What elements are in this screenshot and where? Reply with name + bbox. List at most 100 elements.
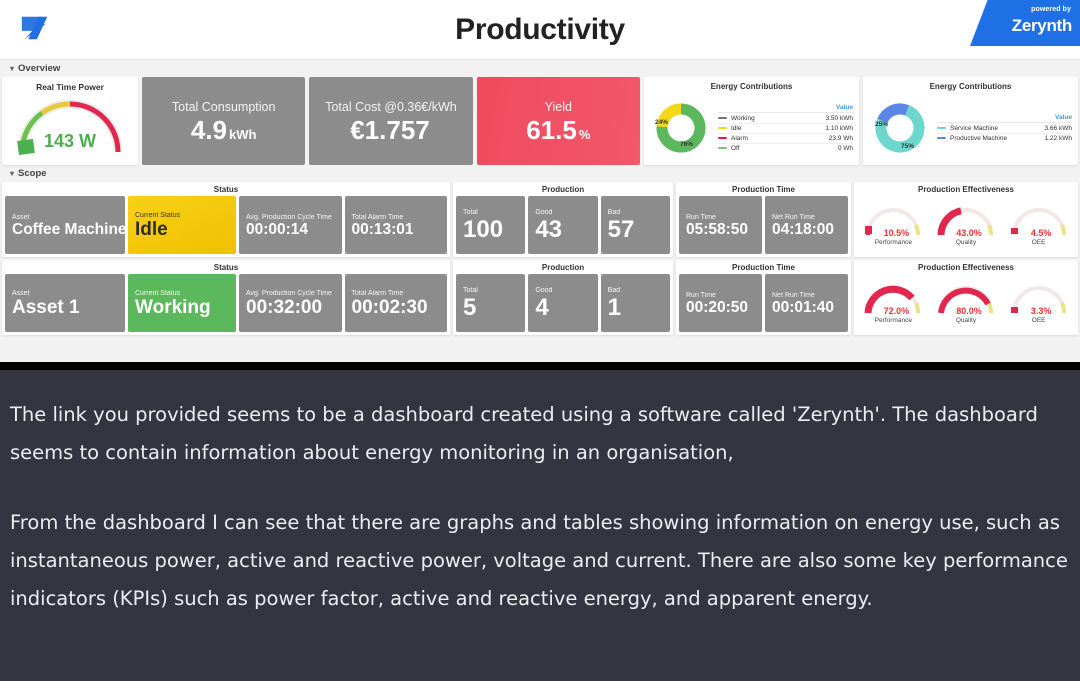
tile-value: 5: [463, 294, 477, 322]
kpi-total-cost: Total Cost @0.36€/kWh €1.757: [309, 77, 473, 165]
tile-value: Coffee Machine: [12, 220, 125, 238]
tile-value: 00:32:00: [246, 297, 323, 319]
gauge-oee: 4.5% OEE: [1006, 204, 1072, 246]
kpi-yield: Yield 61.5%: [476, 77, 640, 165]
kpi-total-consumption: Total Consumption 4.9 kWh: [142, 77, 306, 165]
legend-label: Idle: [730, 124, 742, 132]
machine-donut-chart: 25% 75%: [869, 99, 931, 157]
tile-label: Current Status: [135, 290, 181, 298]
gauge-label: OEE: [1031, 239, 1046, 246]
gauge-performance: 10.5% Performance: [860, 204, 926, 246]
tile-value: 00:02:30: [351, 297, 428, 319]
tile-net-run-time: Net Run Time 00:01:40: [765, 274, 848, 332]
tile-label: Asset: [12, 213, 30, 221]
zerynth-z-logo-icon[interactable]: [16, 12, 54, 44]
tile-value: 100: [463, 216, 504, 244]
tile-label: Total: [463, 287, 478, 295]
badge-zerynth-label: Zerynth: [1011, 16, 1073, 35]
real-time-power-card: Real Time Power 143 W: [2, 77, 138, 165]
tile-value: Idle: [135, 219, 168, 241]
legend-label: Productive Machine: [949, 134, 1008, 142]
overview-section-label: Overview: [18, 63, 61, 74]
tile-label: Good: [535, 287, 553, 295]
donut-body: 25% 75% Value Service Machine 3.66 kWh P…: [863, 91, 1078, 165]
gauge-quality: 80.0% Quality: [933, 282, 999, 324]
tile-run-time: Run Time 00:20:50: [679, 274, 762, 332]
chevron-down-icon: ▾: [10, 169, 15, 178]
machine-donut-legend: Value Service Machine 3.66 kWh Productiv…: [931, 114, 1072, 143]
tile-value: Working: [135, 297, 211, 319]
tile-run-time: Run Time 05:58:50: [679, 196, 762, 254]
tile-value: 00:00:14: [246, 220, 309, 238]
overview-section-header[interactable]: ▾ Overview: [0, 60, 1080, 77]
tile-good: Good 43: [528, 196, 598, 254]
group-title: Production Time: [732, 185, 795, 194]
screenshot-root: Productivity powered by Zerynth ▾ Overvie…: [0, 0, 1080, 681]
kpi-value: 61.5%: [526, 117, 590, 143]
tile-total: Total 100: [456, 196, 526, 254]
tile-asset: Asset Coffee Machine: [5, 196, 125, 254]
tile-label: Avg. Production Cycle Time: [246, 213, 332, 221]
real-time-power-title: Real Time Power: [36, 82, 104, 92]
legend-label: Service Machine: [949, 124, 999, 132]
legend-value-header: Value: [717, 104, 853, 113]
donut-slice-pct-productive: 25%: [874, 121, 888, 128]
legend-value: 0 Wh: [837, 144, 853, 152]
status-tiles: Asset Coffee Machine Current Status Idle…: [5, 196, 447, 254]
legend-value: 3.50 kWh: [825, 114, 853, 122]
group-title: Production Effectiveness: [917, 263, 1015, 272]
tile-value: Asset 1: [12, 297, 80, 319]
legend-color-swatch: [717, 127, 727, 129]
real-time-power-gauge: 143 W: [10, 94, 130, 156]
powered-by-zerynth-badge[interactable]: powered by Zerynth: [970, 0, 1080, 46]
legend-value-header: Value: [936, 114, 1072, 123]
tile-label: Avg. Production Cycle Time: [246, 290, 332, 298]
group-title: Production: [541, 263, 585, 272]
production-group: Production Total 5 Good 4 Bad 1: [453, 260, 673, 335]
gauge-value: 72.0%: [883, 306, 910, 316]
tile-label: Run Time: [686, 213, 716, 221]
gauge-label: OEE: [1031, 317, 1046, 324]
page-title: Productivity: [455, 12, 625, 46]
gauge-value: 43.0%: [956, 228, 982, 238]
production-effectiveness-group: Production Effectiveness 72.0% Performan…: [854, 260, 1078, 335]
gauge-arc: 10.5%: [862, 204, 924, 238]
tile-label: Good: [535, 209, 553, 217]
tile-avg-cycle-time: Avg. Production Cycle Time 00:32:00: [239, 274, 342, 332]
production-tiles: Total 100 Good 43 Bad 57: [456, 196, 670, 254]
status-donut-chart: 24% 76%: [650, 99, 712, 157]
kpi-unit: kWh: [229, 126, 257, 142]
scope-section-header[interactable]: ▾ Scope: [0, 165, 1080, 182]
status-group: Status Asset Asset 1 Current Status Work…: [2, 260, 450, 335]
tile-label: Run Time: [686, 291, 716, 299]
tile-current-status: Current Status Working: [128, 274, 236, 332]
donut-title: Energy Contributions: [710, 82, 793, 91]
gauge-label: Quality: [955, 239, 977, 246]
legend-label: Alarm: [730, 134, 748, 142]
donut-slice-pct-working: 76%: [679, 141, 693, 148]
real-time-power-value: 143 W: [43, 131, 97, 151]
tile-label: Bad: [607, 287, 621, 295]
tile-value: 4: [535, 294, 549, 322]
tile-label: Current Status: [135, 212, 181, 220]
tile-label: Bad: [607, 209, 621, 217]
production-tiles: Total 5 Good 4 Bad 1: [456, 274, 670, 332]
tile-value: 05:58:50: [686, 220, 749, 238]
status-group: Status Asset Coffee Machine Current Stat…: [2, 182, 450, 257]
kpi-value: €1.757: [350, 117, 432, 143]
legend-color-swatch: [936, 127, 946, 129]
tile-avg-cycle-time: Avg. Production Cycle Time 00:00:14: [239, 196, 342, 254]
kpi-number: 4.9: [190, 114, 228, 145]
status-tiles: Asset Asset 1 Current Status Working Avg…: [5, 274, 447, 332]
energy-contributions-status-card: Energy Contributions 24% 76% Value Worki…: [643, 77, 859, 165]
gauge-arc: 72.0%: [862, 282, 924, 316]
legend-row: Working 3.50 kWh: [717, 114, 853, 124]
tile-value: 43: [535, 216, 563, 244]
gauge-label: Performance: [874, 239, 912, 246]
gauge-quality: 43.0% Quality: [933, 204, 999, 246]
kpi-number: 61.5: [526, 114, 577, 145]
tile-label: Total Alarm Time: [351, 290, 404, 298]
gauge-value: 4.5%: [1030, 228, 1052, 238]
answer-paragraph-2: From the dashboard I can see that there …: [10, 511, 1068, 610]
kpi-number: €1.757: [350, 114, 430, 145]
